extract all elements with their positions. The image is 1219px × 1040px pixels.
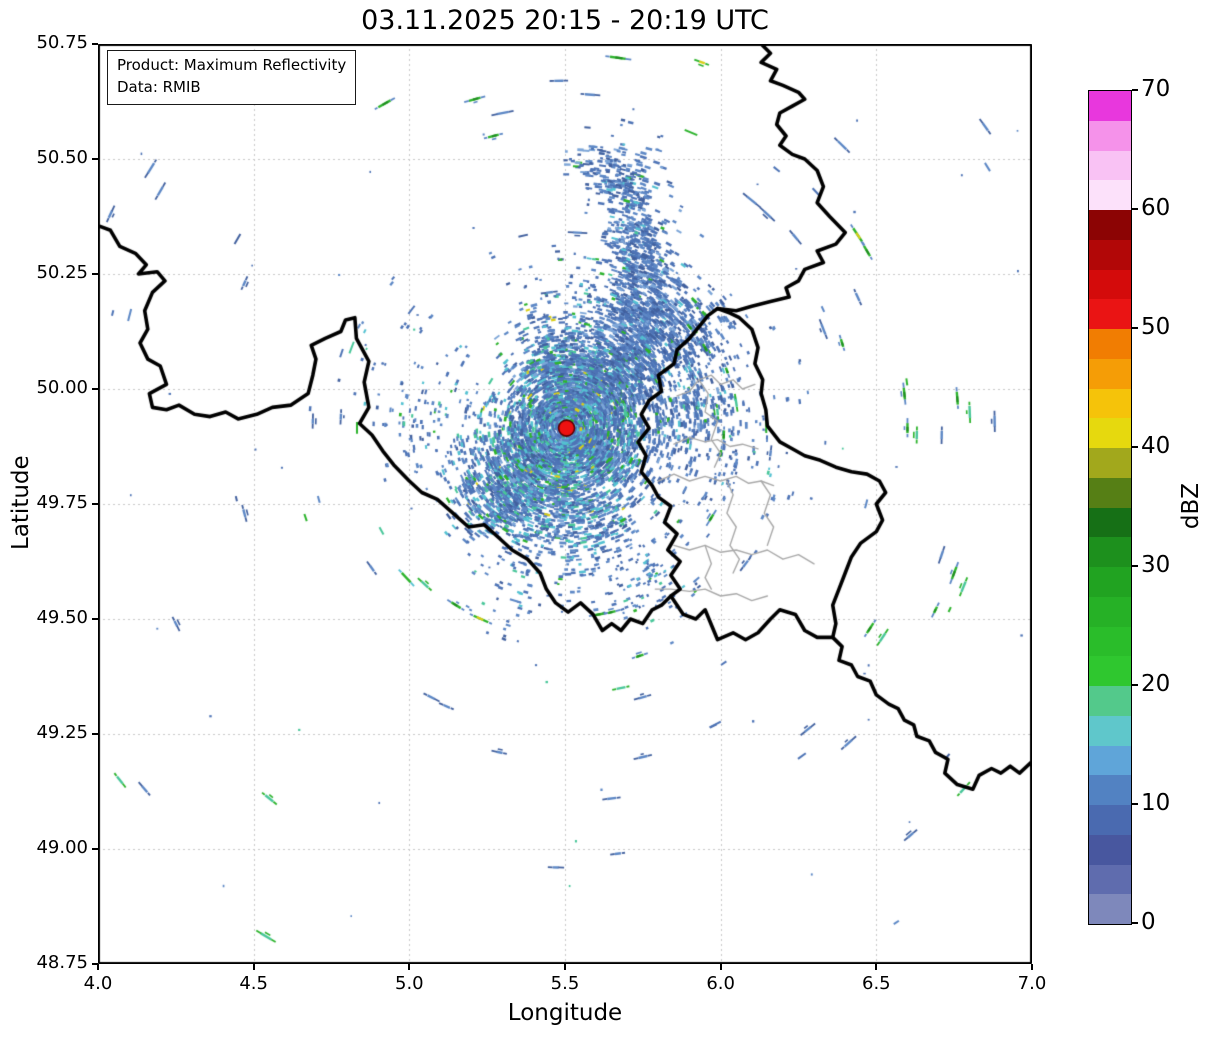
x-tick-label: 5.5 <box>550 973 580 994</box>
colorbar-tick-label: 40 <box>1141 433 1171 459</box>
colorbar-band <box>1089 150 1131 181</box>
y-tick-mark <box>92 733 98 735</box>
colorbar-tick-label: 0 <box>1141 909 1156 935</box>
colorbar-band <box>1089 567 1131 597</box>
y-tick-mark <box>92 273 98 275</box>
y-tick-mark <box>92 503 98 505</box>
colorbar-band <box>1089 864 1131 895</box>
colorbar-tick-mark <box>1132 446 1138 448</box>
colorbar-tick-mark <box>1132 803 1138 805</box>
colorbar-tick-mark <box>1132 922 1138 924</box>
plot-area <box>98 44 1032 964</box>
colorbar-tick-label: 20 <box>1141 671 1171 697</box>
product-annotation: Product: Maximum Reflectivity Data: RMIB <box>107 50 357 105</box>
x-tick-mark <box>252 964 255 970</box>
colorbar-band <box>1089 418 1131 448</box>
y-tick-mark <box>92 848 98 850</box>
colorbar-band <box>1089 507 1131 538</box>
colorbar-band <box>1089 596 1131 627</box>
y-tick-label: 50.75 <box>36 32 88 53</box>
colorbar-tick-label: 70 <box>1141 76 1171 102</box>
annotation-product-line: Product: Maximum Reflectivity <box>117 56 347 74</box>
colorbar-label: dBZ <box>1178 482 1204 530</box>
radar-figure: 03.11.2025 20:15 - 20:19 UTC Product: Ma… <box>0 0 1219 1040</box>
y-tick-mark <box>92 388 98 390</box>
colorbar-band <box>1089 775 1131 805</box>
colorbar-gradient <box>1089 91 1131 924</box>
y-tick-label: 49.25 <box>36 722 88 743</box>
colorbar-band <box>1089 91 1131 121</box>
x-tick-label: 4.0 <box>83 973 113 994</box>
colorbar <box>1088 90 1132 925</box>
colorbar-tick-mark <box>1132 565 1138 567</box>
colorbar-band <box>1089 715 1131 746</box>
colorbar-band <box>1089 626 1131 657</box>
colorbar-band <box>1089 448 1131 478</box>
x-tick-label: 4.5 <box>239 973 268 994</box>
x-tick-mark <box>875 964 878 970</box>
y-tick-label: 50.25 <box>36 262 88 283</box>
colorbar-tick-label: 30 <box>1141 552 1171 578</box>
colorbar-tick-mark <box>1132 208 1138 210</box>
y-tick-mark <box>92 963 98 965</box>
y-tick-mark <box>92 618 98 620</box>
colorbar-band <box>1089 299 1131 329</box>
colorbar-band <box>1089 894 1131 924</box>
colorbar-band <box>1089 120 1131 151</box>
colorbar-band <box>1089 477 1131 508</box>
y-tick-label: 49.00 <box>36 837 88 858</box>
x-tick-label: 7.0 <box>1017 973 1047 994</box>
colorbar-tick-label: 10 <box>1141 790 1171 816</box>
colorbar-band <box>1089 537 1131 567</box>
x-axis-label: Longitude <box>507 1000 623 1026</box>
x-tick-mark <box>719 964 722 970</box>
colorbar-tick-mark <box>1132 684 1138 686</box>
colorbar-tick-label: 60 <box>1141 195 1171 221</box>
x-tick-label: 6.0 <box>706 973 735 994</box>
plot-title: 03.11.2025 20:15 - 20:19 UTC <box>361 5 769 36</box>
colorbar-band <box>1089 180 1131 210</box>
colorbar-band <box>1089 656 1131 686</box>
radar-map-canvas <box>98 44 1032 964</box>
annotation-data-line: Data: RMIB <box>117 77 201 96</box>
y-tick-mark <box>92 43 98 45</box>
colorbar-band <box>1089 805 1131 835</box>
colorbar-band <box>1089 388 1131 419</box>
colorbar-band <box>1089 269 1131 300</box>
y-tick-label: 48.75 <box>36 952 88 973</box>
x-tick-mark <box>408 964 411 970</box>
colorbar-band <box>1089 686 1131 716</box>
y-tick-label: 50.00 <box>36 377 88 398</box>
y-tick-label: 49.50 <box>36 607 88 628</box>
x-tick-mark <box>564 964 566 970</box>
colorbar-band <box>1089 834 1131 865</box>
x-tick-label: 5.0 <box>395 973 424 994</box>
y-tick-label: 49.75 <box>36 492 88 513</box>
colorbar-tick-label: 50 <box>1141 314 1171 340</box>
colorbar-band <box>1089 210 1131 240</box>
colorbar-band <box>1089 329 1131 359</box>
y-tick-mark <box>92 158 98 160</box>
colorbar-tick-mark <box>1132 89 1138 91</box>
colorbar-band <box>1089 358 1131 389</box>
colorbar-band <box>1089 239 1131 270</box>
colorbar-tick-mark <box>1132 327 1138 329</box>
colorbar-band <box>1089 745 1131 776</box>
x-tick-label: 6.5 <box>862 973 891 994</box>
y-tick-label: 50.50 <box>36 147 88 168</box>
x-tick-mark <box>1031 964 1033 970</box>
